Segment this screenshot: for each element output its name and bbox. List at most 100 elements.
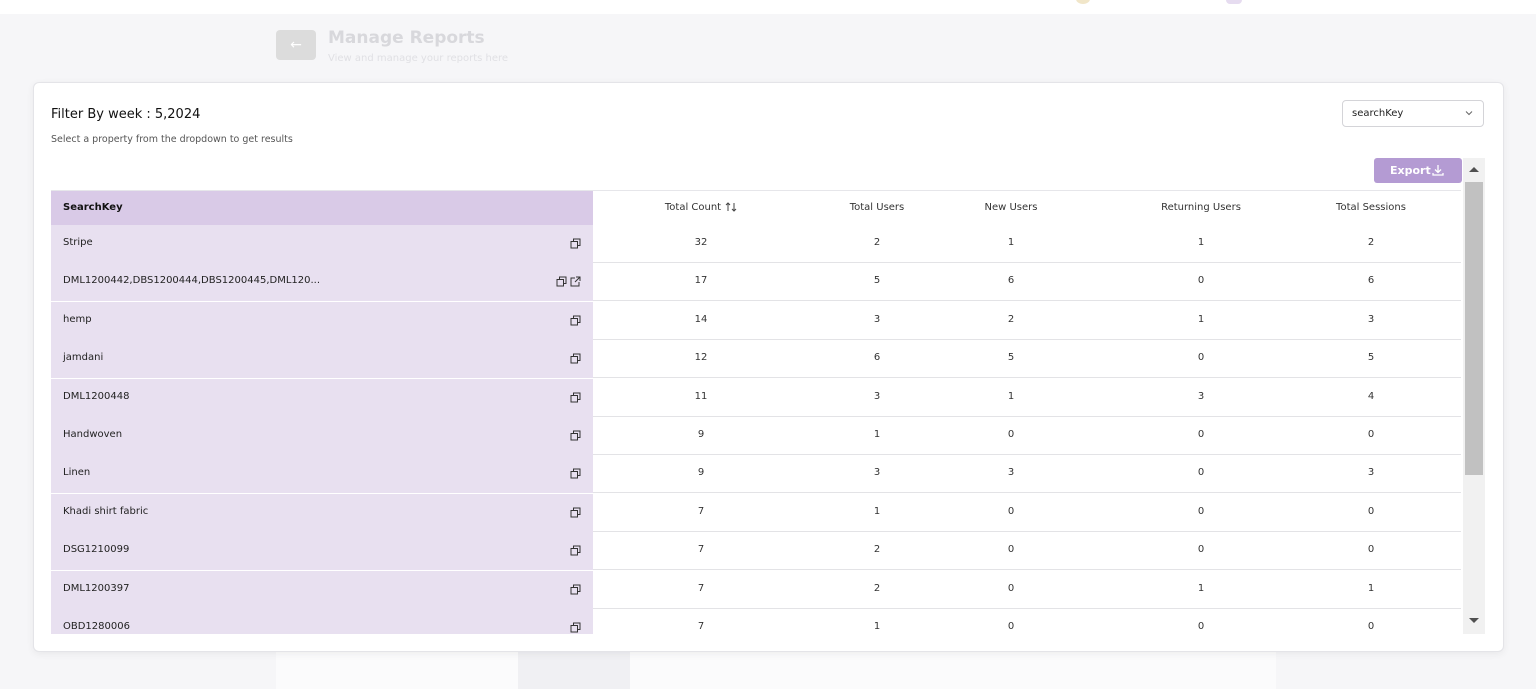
total-sessions-cell: 5: [1367, 352, 1375, 364]
total-count-cell: 7: [697, 505, 705, 517]
searchkey-cell: DML1200448: [51, 378, 593, 417]
copy-icon[interactable]: [570, 584, 581, 595]
column-header-total-sessions[interactable]: Total Sessions: [1311, 191, 1431, 225]
searchkey-cell: DSG1210099: [51, 532, 593, 571]
searchkey-cell: DML1200442,DBS1200444,DBS1200445,DML120.…: [51, 263, 593, 302]
returning-users-cell: 0: [1197, 544, 1205, 556]
copy-icon[interactable]: [556, 276, 567, 287]
searchkey-text: hemp: [63, 313, 92, 325]
new-users-cell: 3: [1007, 467, 1015, 479]
searchkey-cell: Linen: [51, 455, 593, 494]
returning-users-cell: 0: [1197, 275, 1205, 287]
total-users-cell: 2: [873, 544, 881, 556]
copy-icon[interactable]: [570, 430, 581, 441]
export-button[interactable]: Export: [1374, 158, 1462, 183]
total-users-cell: 1: [873, 429, 881, 440]
column-header-returning-users[interactable]: Returning Users: [1141, 191, 1261, 225]
new-users-cell: 0: [1007, 505, 1015, 517]
total-count-cell: 7: [697, 621, 705, 632]
total-count-cell: 7: [697, 544, 705, 556]
returning-users-cell: 1: [1197, 237, 1205, 248]
filter-subtitle: Select a property from the dropdown to g…: [51, 134, 293, 145]
copy-icon[interactable]: [570, 507, 581, 518]
total-sessions-cell: 0: [1367, 505, 1375, 517]
total-users-cell: 2: [873, 237, 881, 248]
table-row: Stripe 32 2 1 1 2: [51, 225, 1461, 263]
property-select[interactable]: searchKey: [1342, 100, 1484, 127]
avatar: [1226, 0, 1242, 4]
total-count-cell: 32: [694, 237, 708, 248]
total-sessions-cell: 4: [1367, 390, 1375, 402]
total-sessions-cell: 0: [1367, 621, 1375, 632]
searchkey-text: jamdani: [63, 352, 104, 364]
filter-title: Filter By week : 5,2024: [51, 107, 201, 122]
searchkey-cell: Stripe: [51, 225, 593, 263]
back-button[interactable]: ←: [276, 30, 316, 60]
scroll-up-arrow-icon[interactable]: [1463, 158, 1485, 180]
total-sessions-cell: 0: [1367, 429, 1375, 440]
new-users-cell: 1: [1007, 390, 1015, 402]
searchkey-text: Linen: [63, 467, 91, 479]
returning-users-cell: 0: [1197, 621, 1205, 632]
searchkey-text: DSG1210099: [63, 544, 130, 556]
searchkey-text: Khadi shirt fabric: [63, 505, 149, 517]
new-users-cell: 6: [1007, 275, 1015, 287]
searchkey-text: Stripe: [63, 237, 93, 248]
searchkey-text: DML1200448: [63, 390, 130, 402]
returning-users-cell: 0: [1197, 467, 1205, 479]
total-count-cell: 7: [697, 582, 705, 594]
property-select-value: searchKey: [1352, 108, 1404, 119]
copy-icon[interactable]: [570, 622, 581, 633]
column-header-total-count[interactable]: Total Count: [651, 191, 751, 225]
new-users-cell: 0: [1007, 582, 1015, 594]
total-users-cell: 3: [873, 467, 881, 479]
report-modal: Filter By week : 5,2024 Select a propert…: [33, 82, 1504, 652]
total-sessions-cell: 0: [1367, 544, 1375, 556]
column-header-total-users[interactable]: Total Users: [827, 191, 927, 225]
total-sessions-cell: 3: [1367, 467, 1375, 479]
returning-users-cell: 0: [1197, 505, 1205, 517]
scrollbar[interactable]: [1463, 158, 1485, 634]
total-sessions-cell: 3: [1367, 313, 1375, 325]
table-row: DSG1210099 7 2 0 0 0: [51, 532, 1461, 571]
column-header-new-users[interactable]: New Users: [961, 191, 1061, 225]
copy-icon[interactable]: [570, 468, 581, 479]
searchkey-cell: jamdani: [51, 340, 593, 379]
total-users-cell: 3: [873, 390, 881, 402]
returning-users-cell: 1: [1197, 313, 1205, 325]
total-sessions-cell: 2: [1367, 237, 1375, 248]
download-icon: [1432, 165, 1444, 176]
external-link-icon[interactable]: [570, 276, 581, 287]
searchkey-cell: Khadi shirt fabric: [51, 493, 593, 532]
top-bar: [0, 0, 1536, 14]
total-users-cell: 1: [873, 505, 881, 517]
copy-icon[interactable]: [570, 315, 581, 326]
page-title: Manage Reports: [328, 28, 485, 48]
scroll-down-arrow-icon[interactable]: [1463, 610, 1485, 632]
copy-icon[interactable]: [570, 353, 581, 364]
table-row: hemp 14 3 2 1 3: [51, 301, 1461, 340]
returning-users-cell: 3: [1197, 390, 1205, 402]
column-header-label: Total Count: [664, 202, 722, 213]
copy-icon[interactable]: [570, 238, 581, 249]
table-row: OBD1280006 7 1 0 0 0: [51, 609, 1461, 634]
searchkey-cell: hemp: [51, 301, 593, 340]
page-subtitle: View and manage your reports here: [328, 53, 509, 64]
new-users-cell: 0: [1007, 429, 1015, 440]
sort-icon[interactable]: [725, 202, 737, 212]
table-row: Handwoven 9 1 0 0 0: [51, 417, 1461, 455]
total-count-cell: 14: [694, 313, 708, 325]
total-users-cell: 3: [873, 313, 881, 325]
copy-icon[interactable]: [570, 392, 581, 403]
returning-users-cell: 1: [1197, 582, 1205, 594]
table-row: DML1200448 11 3 1 3 4: [51, 378, 1461, 417]
searchkey-text: Handwoven: [63, 429, 123, 440]
scrollbar-thumb[interactable]: [1465, 182, 1483, 475]
new-users-cell: 5: [1007, 352, 1015, 364]
returning-users-cell: 0: [1197, 429, 1205, 440]
column-header-searchkey[interactable]: SearchKey: [51, 191, 593, 225]
table-row: Khadi shirt fabric 7 1 0 0 0: [51, 493, 1461, 532]
searchkey-text: DML1200442,DBS1200444,DBS1200445,DML120.…: [63, 275, 321, 287]
background-table: [276, 652, 1276, 689]
copy-icon[interactable]: [570, 545, 581, 556]
